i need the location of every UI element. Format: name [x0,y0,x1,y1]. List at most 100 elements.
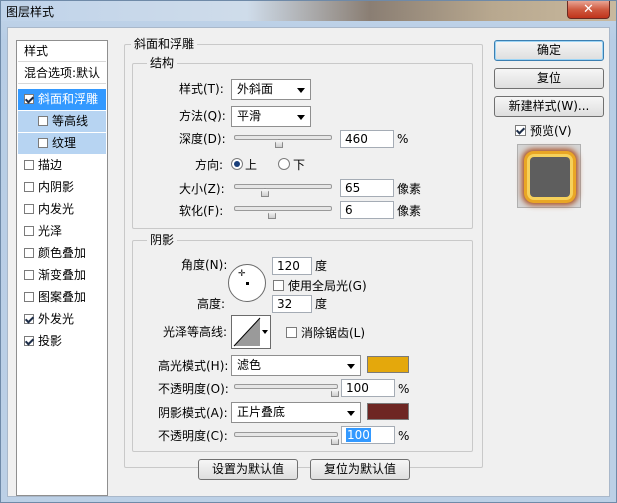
style-item-label: 描边 [38,158,63,172]
drop-shadow-checkbox[interactable] [24,336,34,346]
blending-options-item[interactable]: 混合选项:默认 [18,63,106,84]
bevel-style-select[interactable]: 外斜面 [231,79,311,100]
style-item-label: 纹理 [52,136,77,150]
bevel-checkbox[interactable] [24,94,34,104]
gloss-contour-picker[interactable] [231,315,271,349]
style-item-inner-glow[interactable]: 内发光 [18,199,106,220]
style-item-label: 内发光 [38,202,75,216]
depth-input[interactable]: 460 [340,130,394,148]
altitude-unit: 度 [315,297,328,311]
style-item-label: 斜面和浮雕 [38,92,99,106]
technique-select[interactable]: 平滑 [231,106,311,127]
shadow-opacity-input[interactable]: 100 [341,426,395,444]
soften-label: 软化(F): [179,204,224,218]
highlight-mode-select[interactable]: 滤色 [231,355,361,376]
altitude-label: 高度: [197,297,226,311]
color-overlay-checkbox[interactable] [24,248,34,258]
style-item-contour[interactable]: 等高线 [18,111,106,132]
window-title: 图层样式 [6,5,55,19]
shadow-color-swatch[interactable] [367,403,409,420]
contour-linear-icon [233,317,261,347]
preview-swatch [530,157,570,197]
global-light-checkbox[interactable] [273,280,284,291]
dialog-body: 样式 混合选项:默认 斜面和浮雕 等高线 纹理 描边 内阴影 内发光 光泽 颜色… [7,27,610,497]
style-item-satin[interactable]: 光泽 [18,221,106,242]
style-item-label: 光泽 [38,224,63,238]
style-item-outer-glow[interactable]: 外发光 [18,309,106,330]
gloss-contour-label: 光泽等高线: [163,325,228,339]
satin-checkbox[interactable] [24,226,34,236]
shadow-mode-select[interactable]: 正片叠底 [231,402,361,423]
outer-glow-checkbox[interactable] [24,314,34,324]
depth-label: 深度(D): [179,132,226,146]
style-item-label: 等高线 [52,114,89,128]
shadow-opacity-label: 不透明度(C): [158,429,228,443]
size-input[interactable]: 65 [340,179,394,197]
shadow-mode-label: 阴影模式(A): [158,406,228,420]
angle-label: 角度(N): [181,258,228,272]
highlight-color-swatch[interactable] [367,356,409,373]
soften-input[interactable]: 6 [340,201,394,219]
angle-dot-icon [246,282,249,285]
technique-label: 方法(Q): [179,109,226,123]
direction-down-radio[interactable] [278,158,290,170]
direction-up-radio[interactable] [231,158,243,170]
bevel-emboss-title: 斜面和浮雕 [131,37,198,51]
close-button[interactable]: ✕ [567,1,610,19]
reset-button[interactable]: 复位 [494,68,604,89]
direction-up-label: 上 [245,158,258,172]
size-label: 大小(Z): [179,182,225,196]
highlight-opacity-slider[interactable] [234,384,339,397]
shadow-opacity-value: 100 [346,428,371,442]
reset-default-button[interactable]: 复位为默认值 [310,459,410,480]
make-default-button[interactable]: 设置为默认值 [198,459,298,480]
contour-checkbox[interactable] [38,116,48,126]
new-style-button[interactable]: 新建样式(W)... [494,96,604,117]
angle-dial[interactable]: ✛ [228,264,266,302]
preview-label: 预览(V) [530,124,572,138]
title-bar[interactable]: 图层样式 ✕ [1,1,616,21]
highlight-mode-label: 高光模式(H): [158,359,229,373]
style-item-label: 颜色叠加 [38,246,87,260]
preview-checkbox[interactable] [515,125,526,136]
antialias-label: 消除锯齿(L) [301,326,366,340]
angle-input[interactable]: 120 [272,257,312,275]
style-item-stroke[interactable]: 描边 [18,155,106,176]
styles-list: 样式 混合选项:默认 斜面和浮雕 等高线 纹理 描边 内阴影 内发光 光泽 颜色… [16,40,108,496]
inner-shadow-checkbox[interactable] [24,182,34,192]
size-slider[interactable] [234,184,332,197]
soften-unit: 像素 [397,204,422,218]
shading-title: 阴影 [147,233,178,247]
shadow-opacity-slider[interactable] [234,432,339,445]
depth-slider[interactable] [234,135,332,148]
style-item-label: 投影 [38,334,63,348]
style-item-texture[interactable]: 纹理 [18,133,106,154]
chevron-down-icon[interactable] [262,330,268,334]
style-item-label: 内阴影 [38,180,75,194]
inner-glow-checkbox[interactable] [24,204,34,214]
ok-button[interactable]: 确定 [494,40,604,61]
styles-header[interactable]: 样式 [18,41,106,62]
style-item-gradient-overlay[interactable]: 渐变叠加 [18,265,106,286]
altitude-input[interactable]: 32 [272,295,312,313]
soften-slider[interactable] [234,206,332,219]
crosshair-icon: ✛ [238,269,246,279]
antialias-checkbox[interactable] [286,327,297,338]
style-item-color-overlay[interactable]: 颜色叠加 [18,243,106,264]
highlight-opacity-unit: % [398,382,410,396]
stroke-checkbox[interactable] [24,160,34,170]
gradient-overlay-checkbox[interactable] [24,270,34,280]
texture-checkbox[interactable] [38,138,48,148]
style-item-pattern-overlay[interactable]: 图案叠加 [18,287,106,308]
size-unit: 像素 [397,182,422,196]
style-item-bevel-emboss[interactable]: 斜面和浮雕 [18,89,106,110]
style-item-label: 图案叠加 [38,290,87,304]
layer-style-dialog: 图层样式 ✕ 样式 混合选项:默认 斜面和浮雕 等高线 纹理 描边 内阴影 内发… [0,0,617,503]
shadow-opacity-unit: % [398,429,410,443]
style-item-inner-shadow[interactable]: 内阴影 [18,177,106,198]
style-item-label: 外发光 [38,312,75,326]
highlight-opacity-input[interactable]: 100 [341,379,395,397]
pattern-overlay-checkbox[interactable] [24,292,34,302]
direction-down-label: 下 [293,158,306,172]
style-item-drop-shadow[interactable]: 投影 [18,331,106,352]
